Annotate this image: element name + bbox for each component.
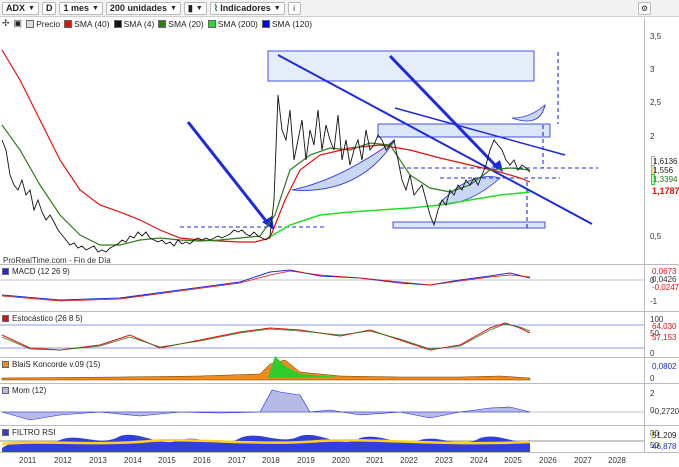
- macd-signal-line[interactable]: [1, 270, 531, 302]
- arrow-1[interactable]: [186, 121, 272, 227]
- x-axis-year: 2015: [158, 456, 176, 465]
- x-axis-year: 2017: [228, 456, 246, 465]
- price-label: 1,1787: [652, 186, 679, 196]
- koncorde-title[interactable]: BlaiS Koncorde v.09 (15): [2, 360, 100, 369]
- x-axis-year: 2025: [504, 456, 522, 465]
- koncorde-axis-tick: 0: [650, 374, 655, 383]
- mom-swatch-icon: [2, 387, 9, 394]
- stoch-title-label: Estocástico (26 8 5): [12, 314, 83, 323]
- stoch-k-line[interactable]: [1, 322, 531, 351]
- x-axis-year: 2013: [89, 456, 107, 465]
- support-zone[interactable]: [392, 221, 546, 229]
- x-axis-year: 2026: [539, 456, 557, 465]
- x-axis-year: 2019: [297, 456, 315, 465]
- x-axis-year: 2021: [366, 456, 384, 465]
- stoch-axis-tick: 0: [650, 349, 655, 358]
- rsi-value: 51,209: [651, 431, 677, 440]
- cup-shape-3[interactable]: [511, 103, 546, 122]
- stoch-value: 64,030: [652, 322, 677, 331]
- price-label: 1,3394: [651, 174, 678, 185]
- macd-title-label: MACD (12 26 9): [12, 267, 70, 276]
- chart-canvas[interactable]: 3,5 3 2,5 2 0,5 0 -1 100 50 0 0 2 0 80 5…: [0, 0, 679, 467]
- x-axis-year: 2024: [470, 456, 488, 465]
- mom-value: -0,2720: [652, 407, 679, 416]
- macd-value: -0,0247: [652, 283, 679, 292]
- koncorde-value: 0,0802: [652, 362, 677, 371]
- rsi-title-label: FILTRO RSI: [12, 428, 56, 437]
- mom-title-label: Mom (12): [12, 386, 47, 395]
- price-axis-tick: 0,5: [650, 232, 662, 241]
- rsi-value: 46,878: [652, 442, 677, 451]
- x-axis-year: 2016: [193, 456, 211, 465]
- mid-zone[interactable]: [377, 123, 551, 138]
- price-axis-tick: 3,5: [650, 32, 662, 41]
- x-axis-year: 2012: [54, 456, 72, 465]
- price-axis-tick: 3: [650, 65, 655, 74]
- stoch-swatch-icon: [2, 315, 9, 322]
- x-axis-year: 2018: [262, 456, 280, 465]
- momentum-area[interactable]: [1, 389, 531, 421]
- mom-axis-tick: 2: [650, 389, 655, 398]
- x-axis-year: 2011: [19, 456, 37, 465]
- macd-line[interactable]: [1, 269, 531, 301]
- sma200-line[interactable]: [267, 191, 531, 239]
- x-axis-year: 2014: [124, 456, 142, 465]
- macd-title[interactable]: MACD (12 26 9): [2, 267, 70, 276]
- mom-title[interactable]: Mom (12): [2, 386, 46, 395]
- x-axis-year: 2023: [435, 456, 453, 465]
- price-axis-tick: 2,5: [650, 98, 662, 107]
- koncorde-swatch-icon: [2, 361, 9, 368]
- x-axis-year: 2027: [574, 456, 592, 465]
- stoch-title[interactable]: Estocástico (26 8 5): [2, 314, 83, 323]
- x-axis-year: 2022: [400, 456, 418, 465]
- koncorde-title-label: BlaiS Koncorde v.09 (15): [12, 360, 101, 369]
- x-axis-year: 2028: [608, 456, 626, 465]
- macd-axis-tick: -1: [650, 297, 658, 306]
- rsi-swatch-icon: [2, 429, 9, 436]
- price-axis-tick: 2: [650, 132, 655, 141]
- stoch-value: 57,153: [652, 333, 677, 342]
- rsi-title[interactable]: FILTRO RSI: [2, 428, 55, 437]
- x-axis-year: 2020: [332, 456, 350, 465]
- macd-swatch-icon: [2, 268, 9, 275]
- watermark: ProRealTime.com - Fin de Día: [3, 256, 111, 265]
